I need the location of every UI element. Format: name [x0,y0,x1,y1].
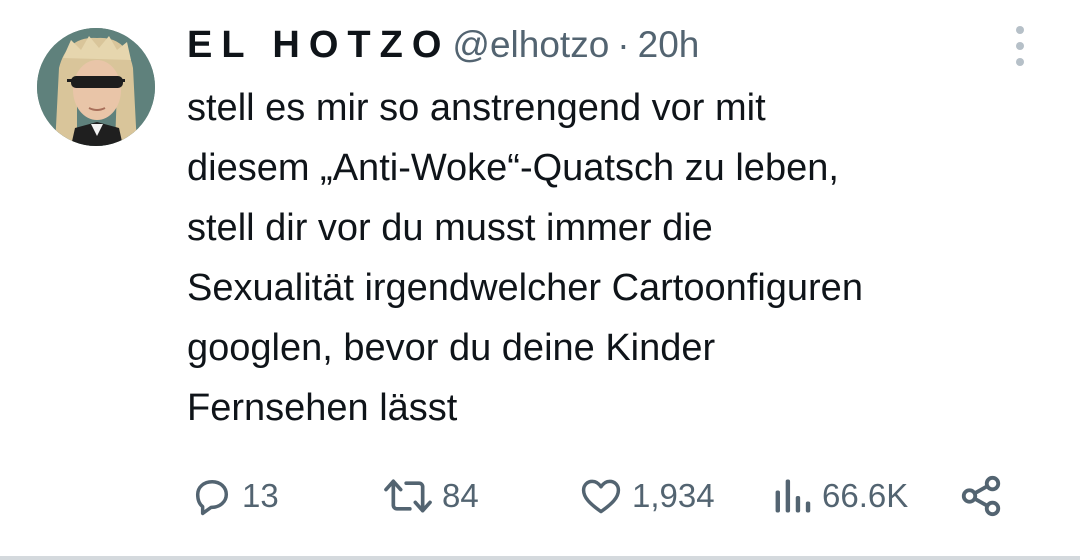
action-bar: 13 84 1,934 66.6K [0,468,1080,524]
share-icon [961,475,1001,517]
share-button[interactable] [958,468,1004,524]
like-count: 1,934 [632,477,715,514]
tweet-card[interactable]: EL HOTZO @elhotzo · 20h stell es mir so … [0,0,1080,560]
tweet-header: EL HOTZO @elhotzo · 20h [187,24,699,70]
tweet-text-line: diesem „Anti-Woke“-Quatsch zu leben, [187,147,839,189]
tweet-divider [0,556,1080,560]
tweet-text-line: googlen, bevor du deine Kinder [187,327,716,369]
views-count: 66.6K [822,477,909,514]
retweet-button[interactable]: 84 [382,468,479,524]
display-name[interactable]: EL HOTZO [187,24,450,67]
more-icon-dot [1016,42,1024,50]
retweet-icon [384,479,432,513]
header-separator: · [617,24,630,65]
views-button[interactable]: 66.6K [772,468,908,524]
reply-button[interactable]: 13 [190,468,279,524]
like-button[interactable]: 1,934 [578,468,715,524]
views-icon [775,479,811,513]
avatar[interactable] [37,28,155,146]
user-handle[interactable]: @elhotzo [452,24,609,66]
more-icon-dot [1016,58,1024,66]
tweet-text-line: stell dir vor du musst immer die [187,207,713,249]
more-options-button[interactable] [1008,26,1032,66]
reply-icon [195,479,229,516]
retweet-count: 84 [442,477,479,514]
tweet-text-line: Sexualität irgendwelcher Cartoonfiguren [187,267,863,309]
heart-icon [581,479,621,514]
tweet-text-line: stell es mir so anstrengend vor mit [187,87,766,129]
timestamp[interactable]: 20h [638,24,700,66]
tweet-text: stell es mir so anstrengend vor mit dies… [187,78,1047,438]
tweet-text-line: Fernsehen lässt [187,387,458,429]
more-icon-dot [1016,26,1024,34]
reply-count: 13 [242,477,279,514]
